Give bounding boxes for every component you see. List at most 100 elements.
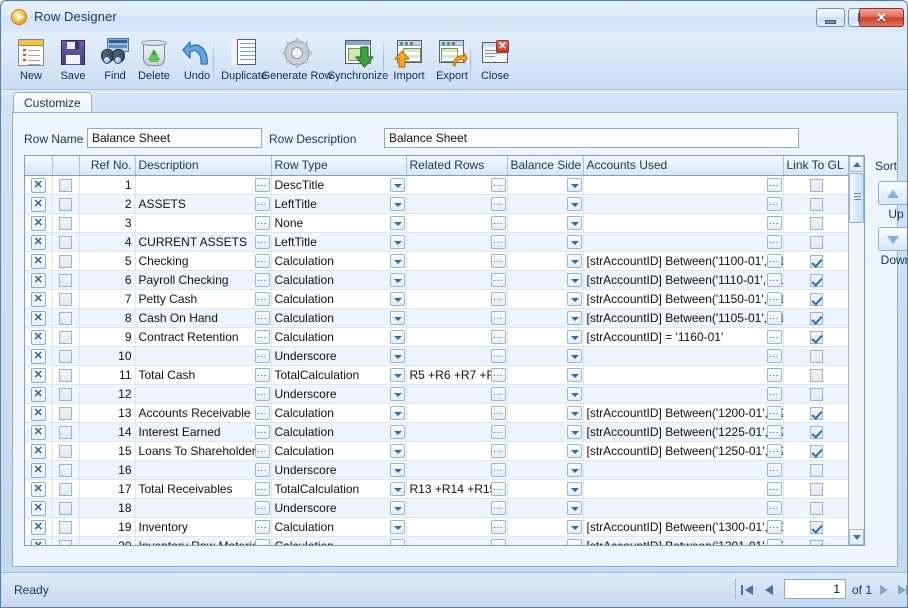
- cell-description[interactable]: Payroll Checking...: [135, 270, 272, 290]
- cell-balance-side[interactable]: [507, 346, 584, 366]
- cell-balance-side[interactable]: [507, 308, 584, 328]
- description-ellipsis-button[interactable]: ...: [254, 329, 270, 344]
- row-type-chevron-down-icon[interactable]: [389, 367, 405, 382]
- balance-side-chevron-down-icon[interactable]: [566, 519, 582, 534]
- cell-description[interactable]: CURRENT ASSETS...: [135, 232, 272, 252]
- cell-accounts-used[interactable]: ...: [583, 479, 784, 499]
- cell-ref-no[interactable]: 2: [79, 194, 136, 214]
- row-select-checkbox[interactable]: [59, 540, 72, 545]
- description-ellipsis-button[interactable]: ...: [254, 234, 270, 249]
- link-to-gl-checkbox[interactable]: [810, 483, 823, 496]
- cell-description[interactable]: Loans To Shareholders...: [135, 441, 272, 461]
- accounts-used-ellipsis-button[interactable]: ...: [766, 462, 782, 477]
- delete-row-button[interactable]: ✕: [30, 253, 46, 269]
- cell-description[interactable]: Accounts Receivable...: [135, 403, 272, 423]
- cell-ref-no[interactable]: 7: [79, 289, 136, 309]
- related-rows-ellipsis-button[interactable]: ...: [490, 177, 506, 192]
- cell-related-rows[interactable]: ...: [406, 441, 508, 461]
- accounts-used-ellipsis-button[interactable]: ...: [766, 291, 782, 306]
- cell-description[interactable]: ...: [135, 460, 272, 480]
- row-select-checkbox[interactable]: [59, 293, 72, 306]
- related-rows-ellipsis-button[interactable]: ...: [490, 424, 506, 439]
- delete-row-button[interactable]: ✕: [30, 215, 46, 231]
- row-select-checkbox[interactable]: [59, 483, 72, 496]
- row-select-checkbox[interactable]: [59, 521, 72, 534]
- row-select-checkbox[interactable]: [59, 255, 72, 268]
- link-to-gl-checkbox[interactable]: [810, 502, 823, 515]
- row-type-chevron-down-icon[interactable]: [389, 386, 405, 401]
- nav-next-button[interactable]: [875, 580, 892, 599]
- cell-ref-no[interactable]: 18: [79, 498, 136, 518]
- accounts-used-ellipsis-button[interactable]: ...: [766, 519, 782, 534]
- cell-row-type[interactable]: Underscore: [271, 460, 407, 480]
- new-button[interactable]: New: [10, 35, 52, 87]
- description-ellipsis-button[interactable]: ...: [254, 348, 270, 363]
- table-row[interactable]: ✕ 9 Contract Retention... Calculation... [st…: [25, 327, 851, 347]
- cell-balance-side[interactable]: [507, 194, 584, 214]
- cell-related-rows[interactable]: ...: [406, 251, 508, 271]
- cell-balance-side[interactable]: [507, 460, 584, 480]
- cell-related-rows[interactable]: ...: [406, 270, 508, 290]
- cell-row-type[interactable]: Underscore: [271, 384, 407, 404]
- table-row[interactable]: ✕ 1... DescTitle......: [25, 175, 851, 195]
- row-select-checkbox[interactable]: [59, 369, 72, 382]
- description-ellipsis-button[interactable]: ...: [254, 386, 270, 401]
- cell-description[interactable]: ASSETS...: [135, 194, 272, 214]
- cell-balance-side[interactable]: [507, 384, 584, 404]
- table-row[interactable]: ✕ 14 Interest Earned... Calculation... [strA…: [25, 422, 851, 442]
- cell-balance-side[interactable]: [507, 270, 584, 290]
- scrollbar-thumb[interactable]: [849, 173, 864, 223]
- accounts-used-ellipsis-button[interactable]: ...: [766, 481, 782, 496]
- cell-row-type[interactable]: Calculation: [271, 308, 407, 328]
- description-ellipsis-button[interactable]: ...: [254, 291, 270, 306]
- cell-row-type[interactable]: DescTitle: [271, 175, 407, 195]
- cell-row-type[interactable]: LeftTitle: [271, 232, 407, 252]
- link-to-gl-checkbox[interactable]: [810, 255, 823, 268]
- description-ellipsis-button[interactable]: ...: [254, 462, 270, 477]
- cell-balance-side[interactable]: [507, 479, 584, 499]
- accounts-used-ellipsis-button[interactable]: ...: [766, 367, 782, 382]
- cell-row-type[interactable]: Underscore: [271, 346, 407, 366]
- link-to-gl-checkbox[interactable]: [810, 521, 823, 534]
- scroll-up-button[interactable]: [849, 156, 864, 172]
- related-rows-ellipsis-button[interactable]: ...: [490, 329, 506, 344]
- description-ellipsis-button[interactable]: ...: [254, 443, 270, 458]
- cell-description[interactable]: ...: [135, 384, 272, 404]
- cell-related-rows[interactable]: ...: [406, 403, 508, 423]
- cell-row-type[interactable]: Underscore: [271, 498, 407, 518]
- delete-row-button[interactable]: ✕: [30, 443, 46, 459]
- table-row[interactable]: ✕ 17 Total Receivables... TotalCalculation R…: [25, 479, 851, 499]
- cell-balance-side[interactable]: [507, 251, 584, 271]
- cell-description[interactable]: Inventory...: [135, 517, 272, 537]
- description-ellipsis-button[interactable]: ...: [254, 538, 270, 545]
- table-row[interactable]: ✕ 11 Total Cash... TotalCalculation R5 +R6 +…: [25, 365, 851, 385]
- cell-related-rows[interactable]: ...: [406, 194, 508, 214]
- cell-balance-side[interactable]: [507, 517, 584, 537]
- balance-side-chevron-down-icon[interactable]: [566, 462, 582, 477]
- accounts-used-ellipsis-button[interactable]: ...: [766, 329, 782, 344]
- row-select-checkbox[interactable]: [59, 217, 72, 230]
- nav-last-button[interactable]: [895, 580, 907, 599]
- table-row[interactable]: ✕ 15 Loans To Shareholders... Calculation..…: [25, 441, 851, 461]
- link-to-gl-checkbox[interactable]: [810, 293, 823, 306]
- close-toolbar-button[interactable]: ✕ Close: [474, 35, 516, 87]
- row-select-checkbox[interactable]: [59, 350, 72, 363]
- related-rows-ellipsis-button[interactable]: ...: [490, 253, 506, 268]
- column-header-balside[interactable]: Balance Side: [507, 156, 584, 176]
- cell-related-rows[interactable]: ...: [406, 213, 508, 233]
- cell-accounts-used[interactable]: ...: [583, 498, 784, 518]
- delete-row-button[interactable]: ✕: [30, 424, 46, 440]
- cell-balance-side[interactable]: [507, 213, 584, 233]
- cell-related-rows[interactable]: ...: [406, 536, 508, 545]
- row-select-checkbox[interactable]: [59, 198, 72, 211]
- cell-balance-side[interactable]: [507, 498, 584, 518]
- balance-side-chevron-down-icon[interactable]: [566, 405, 582, 420]
- related-rows-ellipsis-button[interactable]: ...: [490, 348, 506, 363]
- row-select-checkbox[interactable]: [59, 502, 72, 515]
- row-select-checkbox[interactable]: [59, 274, 72, 287]
- cell-ref-no[interactable]: 20: [79, 536, 136, 545]
- link-to-gl-checkbox[interactable]: [810, 464, 823, 477]
- delete-row-button[interactable]: ✕: [30, 234, 46, 250]
- description-ellipsis-button[interactable]: ...: [254, 519, 270, 534]
- sort-up-button[interactable]: [878, 181, 907, 205]
